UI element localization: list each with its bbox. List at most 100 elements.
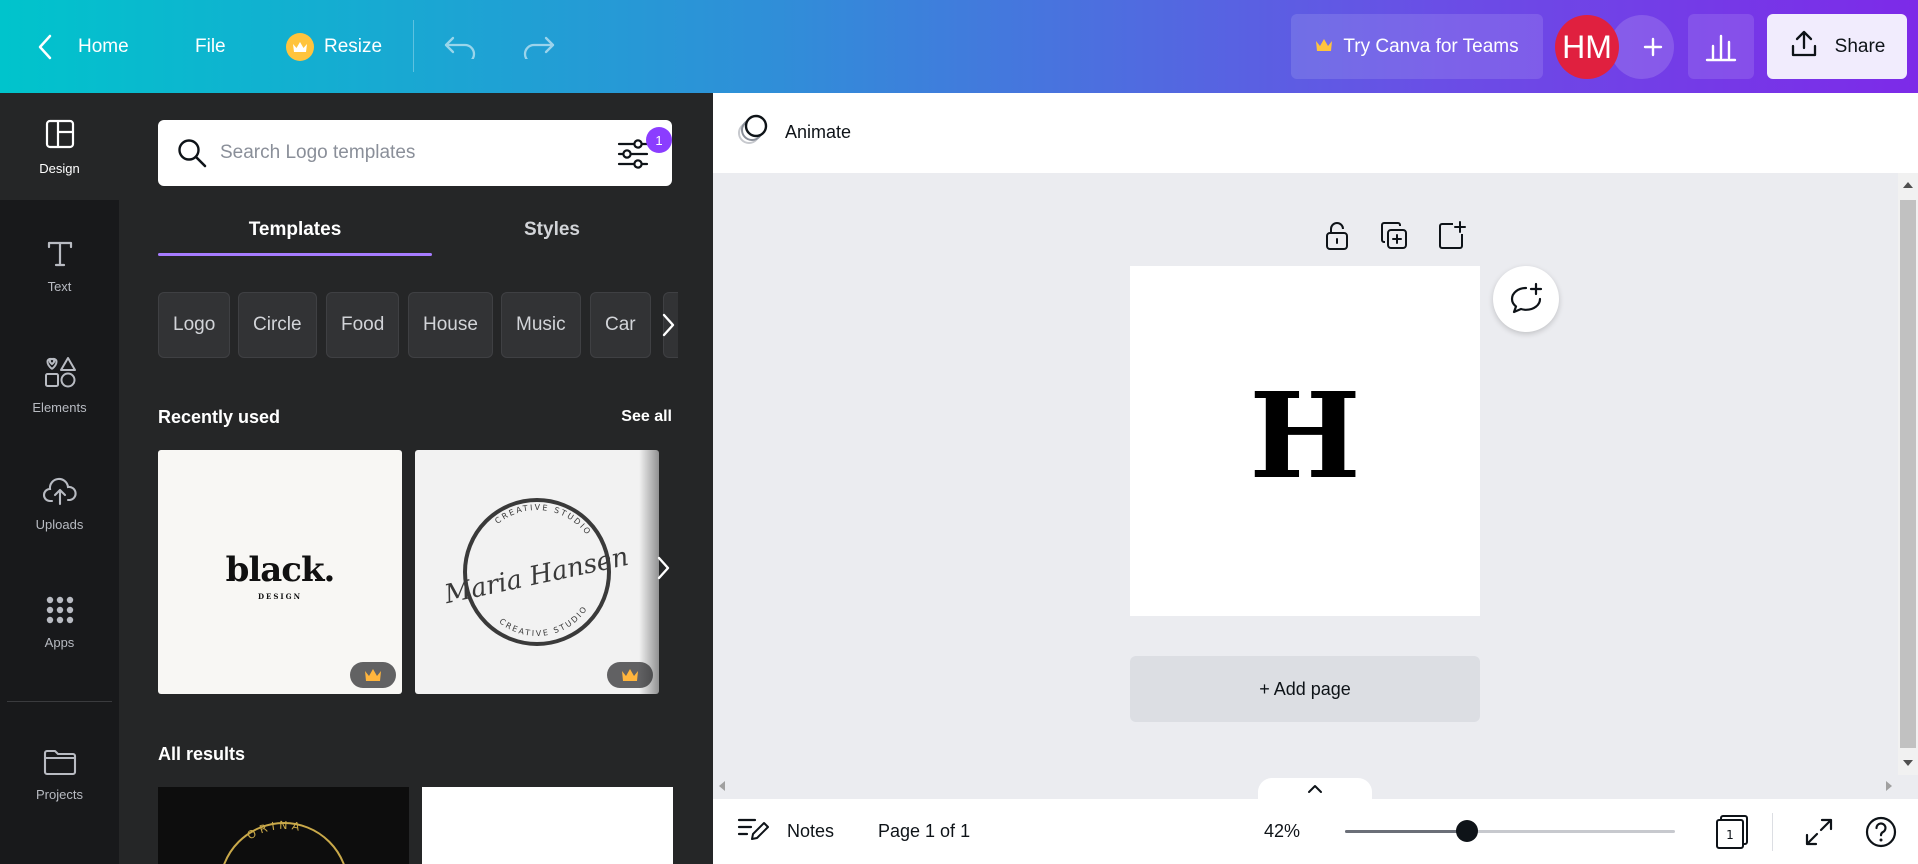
chip-circle[interactable]: Circle — [238, 292, 317, 358]
rail-label: Apps — [44, 634, 75, 650]
result-thumbnail[interactable]: ORINA — [158, 787, 409, 864]
fullscreen-icon[interactable] — [1800, 813, 1838, 851]
chevron-up-icon — [1308, 785, 1322, 793]
editor-footer: Notes Page 1 of 1 42% 1 — [713, 799, 1918, 864]
toolbar-divider — [413, 20, 414, 72]
svg-text:CREATIVE STUDIO: CREATIVE STUDIO — [498, 604, 590, 638]
tab-styles[interactable]: Styles — [432, 210, 672, 250]
notes-pencil-icon — [737, 815, 769, 848]
rail-item-projects[interactable]: Projects — [0, 721, 119, 828]
tab-templates[interactable]: Templates — [158, 210, 432, 250]
upload-icon — [1789, 29, 1819, 65]
chevron-right-icon[interactable] — [649, 292, 687, 358]
zoom-slider[interactable] — [1345, 820, 1675, 842]
shapes-icon — [43, 355, 77, 392]
search-input[interactable] — [220, 132, 600, 174]
chip-food[interactable]: Food — [326, 292, 400, 358]
try-canva-for-teams-button[interactable]: Try Canva for Teams — [1291, 14, 1543, 79]
top-bar: Home File Resize Try Canva for Teams HM … — [0, 0, 1918, 93]
scroll-down-arrow-icon[interactable] — [1898, 755, 1918, 771]
grid-view-button[interactable]: 1 — [1713, 813, 1751, 851]
avatar[interactable]: HM — [1555, 15, 1619, 79]
rail-label: Elements — [32, 399, 87, 415]
page-indicator: Page 1 of 1 — [878, 821, 971, 841]
rail-item-text[interactable]: Text — [0, 212, 119, 319]
rail-item-apps[interactable]: Apps — [0, 569, 119, 676]
add-page-button[interactable]: + Add page — [1130, 656, 1480, 722]
layout-icon — [44, 118, 76, 153]
home-button[interactable]: Home — [78, 0, 129, 93]
all-results-heading: All results — [158, 744, 246, 764]
thumbnail-subtitle: DESIGN — [257, 592, 303, 601]
zoom-level[interactable]: 42% — [1264, 799, 1300, 864]
result-ring-text: ORINA — [245, 819, 301, 842]
chip-logo[interactable]: Logo — [158, 292, 231, 358]
animate-icon — [735, 113, 769, 152]
scroll-right-arrow-icon[interactable] — [1882, 776, 1896, 796]
zoom-slider-handle[interactable] — [1456, 820, 1478, 842]
category-chips: Logo Circle Food House Music Car — [158, 292, 678, 358]
scroll-left-arrow-icon[interactable] — [715, 776, 729, 796]
rail-label: Design — [39, 160, 80, 176]
chevron-right-icon[interactable] — [647, 538, 679, 598]
grid-icon — [46, 596, 74, 627]
rail-divider — [7, 701, 112, 702]
page-actions — [1322, 220, 1466, 257]
svg-text:CREATIVE STUDIO: CREATIVE STUDIO — [493, 503, 593, 538]
editor-toolbar: Animate — [713, 93, 1918, 173]
undo-icon[interactable] — [440, 0, 480, 93]
rail-item-uploads[interactable]: Uploads — [0, 450, 119, 557]
active-tab-indicator — [158, 253, 432, 256]
resize-button[interactable]: Resize — [286, 0, 382, 93]
show-pages-toggle[interactable] — [1258, 778, 1372, 800]
chip-house[interactable]: House — [408, 292, 493, 358]
page-text-element[interactable]: H — [1130, 266, 1480, 616]
add-comment-icon[interactable] — [1493, 266, 1559, 332]
result-thumbnail[interactable] — [422, 787, 673, 864]
add-member-button[interactable] — [1610, 15, 1674, 79]
back-chevron-icon[interactable] — [30, 0, 60, 93]
ring-text-top: CREATIVE STUDIO — [493, 503, 591, 538]
animate-label: Animate — [785, 122, 852, 142]
footer-divider — [1772, 813, 1773, 851]
folder-icon — [43, 748, 77, 779]
zoom-slider-fill — [1345, 830, 1467, 833]
scroll-up-arrow-icon[interactable] — [1898, 177, 1918, 193]
filter-count-badge: 1 — [646, 127, 672, 153]
chip-music[interactable]: Music — [501, 292, 581, 358]
ring-text-bottom: CREATIVE STUDIO — [498, 604, 588, 638]
try-teams-label: Try Canva for Teams — [1343, 35, 1519, 57]
svg-text:ORINA: ORINA — [245, 819, 305, 842]
lock-icon[interactable] — [1322, 220, 1352, 257]
add-page-icon[interactable] — [1436, 220, 1466, 257]
recently-used-heading: Recently used — [158, 407, 281, 427]
chip-car[interactable]: Car — [590, 292, 651, 358]
search-box: 1 — [158, 120, 672, 186]
scrollbar-thumb[interactable] — [1900, 200, 1916, 748]
rail-item-elements[interactable]: Elements — [0, 331, 119, 438]
template-thumbnail[interactable]: CREATIVE STUDIO CREATIVE STUDIO Maria Ha… — [415, 450, 659, 694]
share-button[interactable]: Share — [1767, 14, 1907, 79]
templates-panel: 1 Templates Styles Logo Circle Food Hous… — [119, 93, 713, 864]
crown-icon — [350, 662, 396, 688]
animate-button[interactable]: Animate — [735, 113, 851, 152]
rail-item-design[interactable]: Design — [0, 93, 119, 200]
redo-icon[interactable] — [519, 0, 559, 93]
rail-label: Uploads — [35, 516, 84, 532]
notes-button[interactable]: Notes — [737, 799, 834, 864]
page-count: 1 — [1726, 828, 1734, 842]
help-icon[interactable] — [1862, 813, 1900, 851]
cloud-upload-icon — [42, 476, 78, 509]
thumbnail-title: black. — [225, 550, 336, 590]
duplicate-page-icon[interactable] — [1378, 220, 1410, 257]
see-all-link[interactable]: See all — [621, 408, 672, 426]
share-label: Share — [1834, 35, 1886, 57]
crown-icon — [1315, 36, 1333, 58]
file-menu-button[interactable]: File — [195, 0, 226, 93]
crown-icon — [286, 32, 314, 61]
rail-label: Projects — [36, 786, 83, 802]
design-page[interactable]: H — [1130, 266, 1480, 616]
template-thumbnail[interactable]: black. DESIGN — [158, 450, 402, 694]
notes-label: Notes — [787, 821, 835, 841]
insights-chart-icon[interactable] — [1688, 14, 1754, 79]
